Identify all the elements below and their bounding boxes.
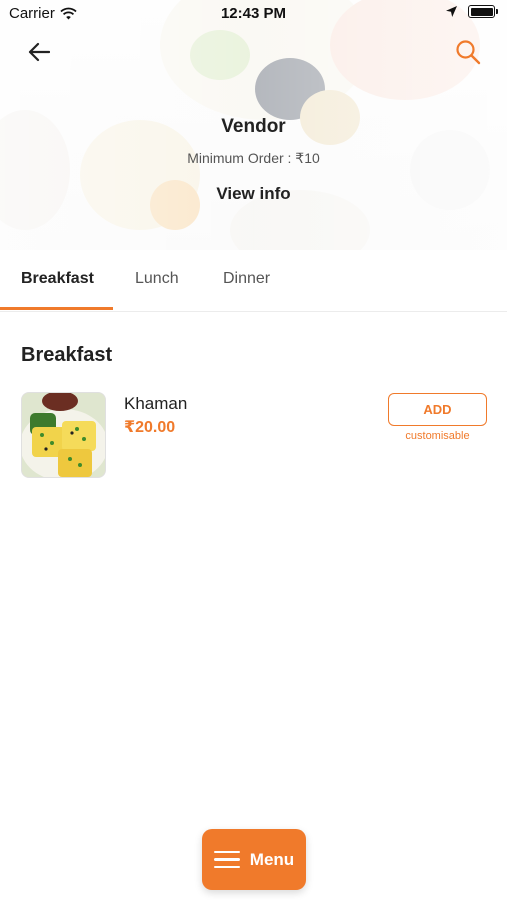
section-title: Breakfast (21, 344, 113, 366)
vendor-name: Vendor (221, 116, 286, 137)
tab-lunch[interactable]: Lunch (135, 270, 179, 288)
hamburger-menu-icon (213, 850, 240, 869)
tab-dinner[interactable]: Dinner (223, 270, 270, 288)
view-info-link[interactable]: View info (0, 184, 507, 204)
menu-button[interactable]: Menu (202, 829, 306, 890)
location-arrow-icon (446, 6, 457, 17)
tab-breakfast[interactable]: Breakfast (21, 270, 94, 288)
vendor-menu-screen: Carrier 12:43 PM Vendor Minimum Order : … (0, 0, 507, 900)
status-right (445, 5, 498, 18)
item-name: Khaman (124, 394, 188, 413)
item-price: ₹20.00 (124, 419, 176, 436)
active-tab-indicator (0, 307, 113, 310)
category-tabs: Breakfast Lunch Dinner (0, 250, 507, 312)
item-image (21, 392, 106, 478)
battery-icon (468, 5, 498, 18)
customisable-note: customisable (405, 430, 470, 442)
search-button[interactable] (453, 37, 483, 67)
add-button[interactable]: ADD (388, 393, 487, 426)
menu-button-label: Menu (249, 849, 295, 869)
search-icon (456, 40, 481, 65)
menu-item: Khaman ₹20.00 ADD customisable (21, 392, 487, 480)
status-time: 12:43 PM (220, 5, 287, 22)
minimum-order: Minimum Order : ₹10 (187, 150, 320, 166)
back-button[interactable] (24, 37, 54, 67)
arrow-left-icon (28, 42, 50, 62)
status-bar: Carrier 12:43 PM (0, 0, 507, 28)
